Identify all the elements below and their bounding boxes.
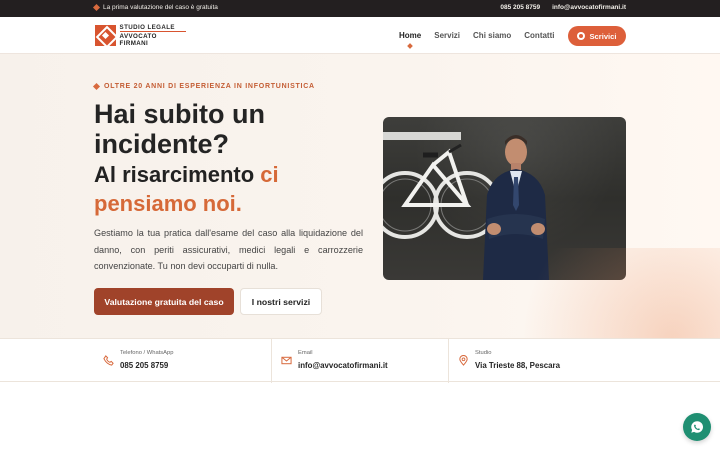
whatsapp-chat-button[interactable] xyxy=(683,413,711,441)
top-bar: La prima valutazione del caso è gratuita… xyxy=(0,0,720,17)
diamond-icon xyxy=(92,3,101,12)
hero-headline: Hai subito un incidente? xyxy=(94,99,265,159)
lawyer-with-bicycle-illustration xyxy=(383,132,549,280)
scrivici-button[interactable]: Scrivici xyxy=(568,26,626,46)
diamond-icon xyxy=(92,82,101,91)
contact-address[interactable]: Studio Via Trieste 88, Pescara xyxy=(449,339,629,383)
site-logo[interactable]: STUDIO LEGALE AVVOCATO FIRMANI xyxy=(95,24,186,47)
logo-mark-icon xyxy=(95,25,116,46)
whatsapp-icon xyxy=(577,32,586,40)
main-navbar: STUDIO LEGALE AVVOCATO FIRMANI Home Serv… xyxy=(0,17,720,54)
whatsapp-icon xyxy=(691,421,703,433)
topbar-phone-link[interactable]: 085 205 8759 xyxy=(500,4,540,11)
logo-line-2: AVVOCATO FIRMANI xyxy=(119,31,186,47)
contact-phone-value: 085 205 8759 xyxy=(120,361,169,370)
contact-phone[interactable]: Telefono / WhatsApp 085 205 8759 xyxy=(94,339,272,383)
contact-bar: Telefono / WhatsApp 085 205 8759 Email i… xyxy=(0,338,720,383)
our-services-button[interactable]: I nostri servizi xyxy=(240,288,322,315)
phone-icon xyxy=(103,355,114,366)
nav-item-chi-siamo[interactable]: Chi siamo xyxy=(473,31,511,40)
mail-icon xyxy=(281,356,292,365)
contact-email[interactable]: Email info@avvocatofirmani.it xyxy=(272,339,449,383)
scrivici-label: Scrivici xyxy=(589,31,617,41)
contact-email-label: Email xyxy=(298,350,313,356)
hero-subheadline-start: Al risarcimento xyxy=(94,162,261,187)
nav-item-contatti[interactable]: Contatti xyxy=(524,31,554,40)
contact-address-label: Studio xyxy=(475,350,492,356)
logo-line-1: STUDIO LEGALE xyxy=(119,24,175,31)
promo-text: La prima valutazione del caso è gratuita xyxy=(103,4,218,11)
topbar-contacts: 085 205 8759 info@avvocatofirmani.it xyxy=(500,4,626,11)
contact-address-value: Via Trieste 88, Pescara xyxy=(475,361,560,370)
topbar-email-link[interactable]: info@avvocatofirmani.it xyxy=(552,4,626,11)
hero-tagline: OLTRE 20 ANNI DI ESPERIENZA IN INFORTUNI… xyxy=(92,82,315,91)
hero-tagline-text: OLTRE 20 ANNI DI ESPERIENZA IN INFORTUNI… xyxy=(104,83,315,90)
hero-subheadline: Al risarcimento ci pensiamo noi. xyxy=(94,160,374,218)
free-evaluation-button[interactable]: Valutazione gratuita del caso xyxy=(94,288,234,315)
hero-description: Gestiamo la tua pratica dall'esame del c… xyxy=(94,228,363,271)
nav-item-home[interactable]: Home xyxy=(399,31,421,40)
logo-text: STUDIO LEGALE AVVOCATO FIRMANI xyxy=(119,24,186,47)
location-icon xyxy=(459,355,468,366)
contact-phone-label: Telefono / WhatsApp xyxy=(120,350,174,356)
lawyer-photo xyxy=(383,117,626,280)
nav-item-servizi[interactable]: Servizi xyxy=(434,31,460,40)
contact-email-value: info@avvocatofirmani.it xyxy=(298,361,388,370)
promo-message: La prima valutazione del caso è gratuita xyxy=(92,3,218,12)
hero-section: OLTRE 20 ANNI DI ESPERIENZA IN INFORTUNI… xyxy=(0,54,720,338)
main-nav: Home Servizi Chi siamo Contatti xyxy=(399,31,554,40)
